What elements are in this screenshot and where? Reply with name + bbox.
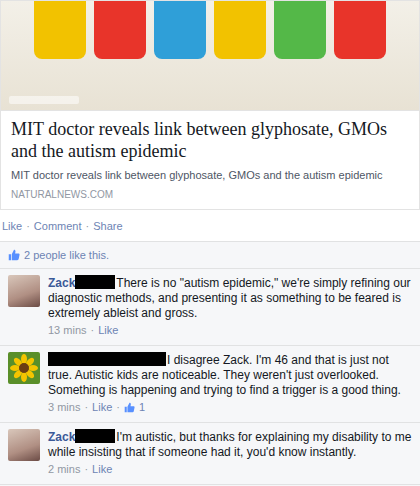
- comment-meta: 2 mins · Like: [48, 462, 412, 477]
- author-name[interactable]: Zack: [48, 276, 75, 290]
- comment-header: Zack: [48, 276, 116, 290]
- link-preview[interactable]: MIT doctor reveals link between glyphosa…: [0, 110, 420, 210]
- foam-block: [334, 0, 386, 59]
- redaction-box: [48, 352, 166, 366]
- redaction-box: [75, 275, 115, 289]
- action-link[interactable]: Comment: [34, 218, 82, 235]
- separator: ·: [116, 400, 120, 415]
- comment-body: ZackThere is no "autism epidemic," we're…: [48, 275, 412, 338]
- foam-block: [214, 0, 266, 59]
- like-link[interactable]: Like: [92, 462, 112, 477]
- separator: ·: [91, 323, 95, 338]
- redaction-box: [75, 429, 115, 443]
- post-actions: Like·Comment·Share: [0, 210, 420, 241]
- comment: I disagree Zack. I'm 46 and that is just…: [0, 345, 420, 422]
- comment-meta: 13 mins ·Like: [48, 323, 412, 338]
- separator: ·: [84, 400, 88, 415]
- likes-text[interactable]: 2 people like this.: [24, 247, 109, 264]
- avatar[interactable]: [8, 352, 40, 384]
- separator: ·: [26, 218, 30, 235]
- comment-time[interactable]: 2 mins: [48, 462, 80, 477]
- comment-body: ZackI'm autistic, but thanks for explain…: [48, 429, 412, 477]
- separator: ·: [84, 462, 88, 477]
- comment-time[interactable]: 3 mins: [48, 400, 80, 415]
- author-name[interactable]: Zack: [48, 430, 75, 444]
- foam-block: [154, 0, 206, 59]
- link-title[interactable]: MIT doctor reveals link between glyphosa…: [11, 118, 409, 162]
- comment-time[interactable]: 13 mins: [48, 323, 87, 338]
- likes-bar: 2 people like this.: [0, 241, 420, 269]
- comment: ZackI'm autistic, but thanks for explain…: [0, 422, 420, 484]
- comment-header: Zack: [48, 430, 116, 444]
- comment: ZackThere is no "autism epidemic," we're…: [0, 268, 420, 345]
- avatar[interactable]: [8, 429, 40, 461]
- foam-block: [94, 0, 146, 59]
- thumbs-up-icon: [124, 400, 135, 415]
- foam-block: [34, 0, 86, 59]
- watermark: [9, 96, 79, 104]
- comment-meta: 3 mins · Like · 1: [48, 400, 412, 415]
- comment-header: [48, 353, 167, 367]
- like-count-text[interactable]: 1: [139, 400, 145, 415]
- avatar[interactable]: [8, 275, 40, 307]
- separator: ·: [86, 218, 90, 235]
- like-link[interactable]: Like: [98, 323, 118, 338]
- article-photo[interactable]: [0, 0, 420, 110]
- like-link[interactable]: Like: [92, 400, 112, 415]
- like-count[interactable]: 1: [124, 400, 145, 415]
- link-description: MIT doctor reveals link between glyphosa…: [11, 168, 409, 182]
- comment-body: I disagree Zack. I'm 46 and that is just…: [48, 352, 412, 415]
- action-link[interactable]: Share: [93, 218, 122, 235]
- thumbs-up-icon: [8, 247, 20, 264]
- action-link[interactable]: Like: [2, 218, 22, 235]
- comment-composer: [0, 484, 420, 486]
- link-domain: NATURALNEWS.COM: [11, 188, 409, 201]
- foam-block: [274, 0, 326, 59]
